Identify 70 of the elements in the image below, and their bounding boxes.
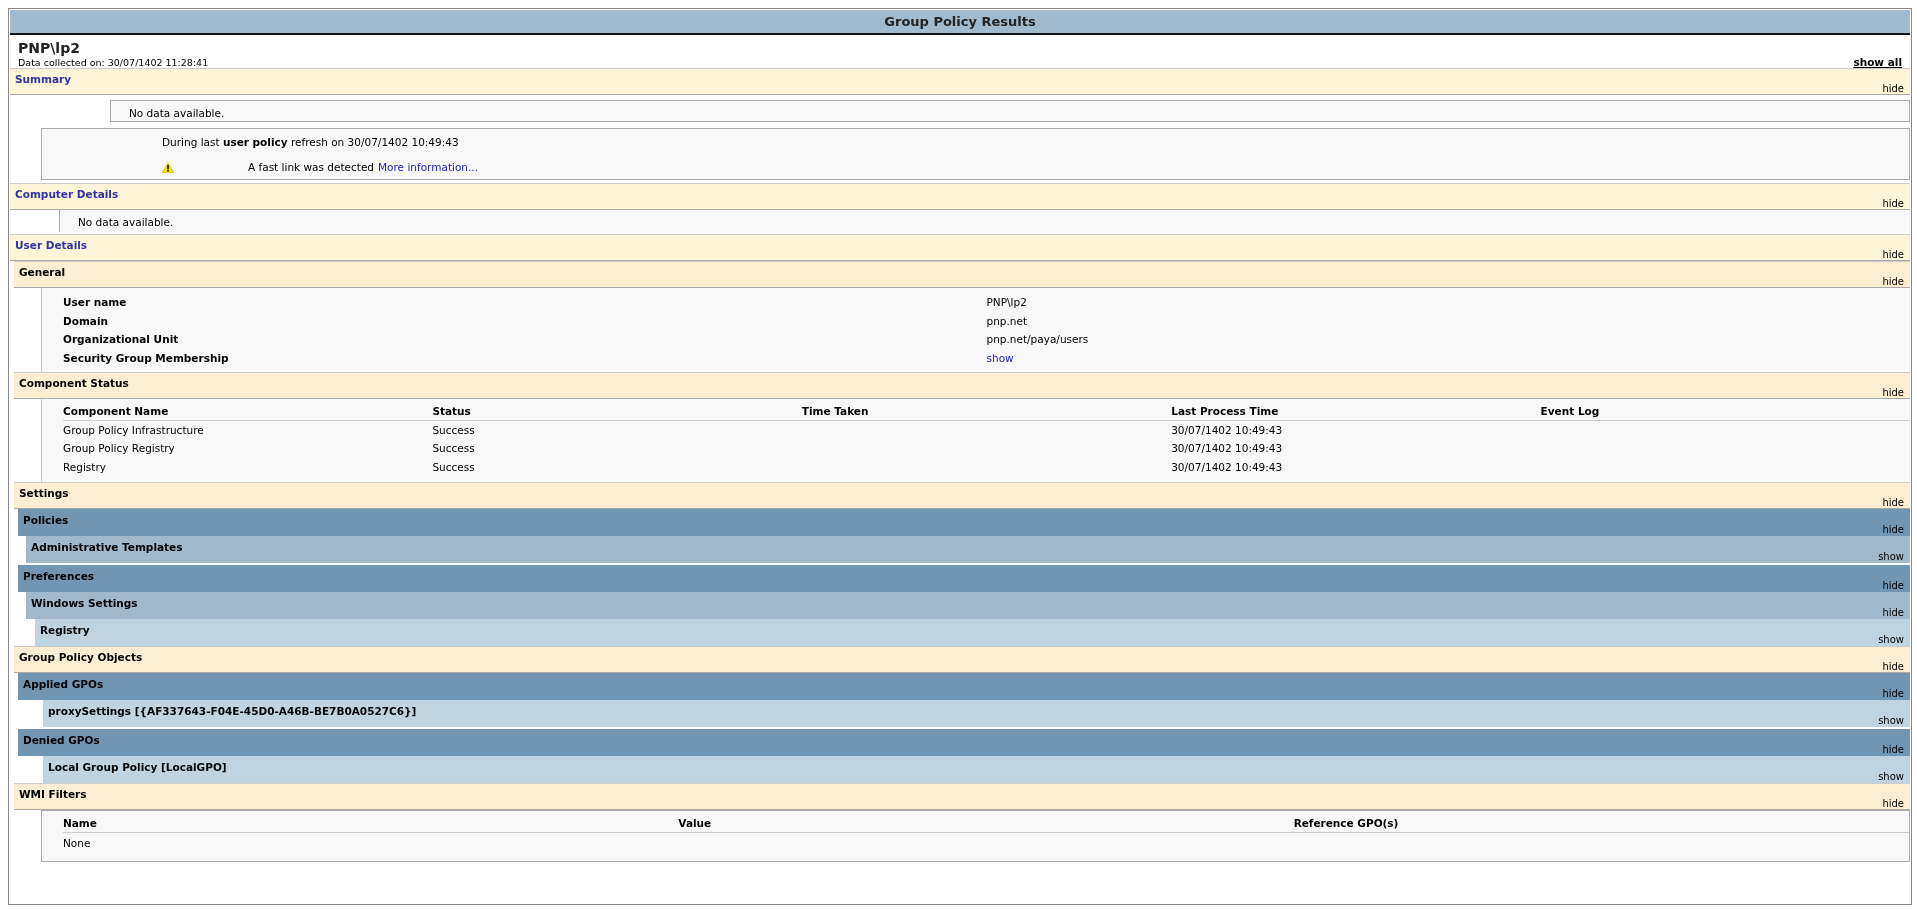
toggle-link[interactable]: hide	[1882, 744, 1910, 755]
toggle-link[interactable]: hide	[1882, 497, 1910, 508]
section-title: User Details	[14, 238, 88, 253]
column-header: Component Name	[63, 402, 433, 421]
section-title: Local Group Policy [LocalGPO]	[47, 760, 227, 775]
refresh-note: During last user policy refresh on 30/07/1402 10:49:43	[162, 135, 460, 150]
toggle-link[interactable]: hide	[1882, 580, 1910, 591]
show-link[interactable]: show	[986, 351, 1014, 364]
column-header: Last Process Time	[1171, 402, 1541, 421]
column-header: Time Taken	[801, 402, 1172, 421]
toggle-link[interactable]: hide	[1882, 798, 1910, 809]
property-value: pnp.net	[986, 313, 1029, 329]
table-cell-text: Success	[432, 441, 476, 456]
table-cell-text: Group Policy Registry	[63, 441, 176, 456]
section-title: Windows Settings	[30, 596, 138, 611]
warning-icon	[162, 162, 174, 174]
section-title: General	[18, 265, 66, 280]
column-header: Value	[678, 813, 1294, 833]
table-cell-text: 30/07/1402 10:49:43	[1171, 422, 1284, 438]
toggle-link[interactable]: hide	[1882, 249, 1910, 260]
section-title: Policies	[22, 513, 69, 528]
toggle-link[interactable]: show	[1878, 551, 1910, 562]
toggle-link[interactable]: hide	[1882, 83, 1910, 94]
column-header: Event Log	[1540, 402, 1910, 421]
table-cell-text: 30/07/1402 10:49:43	[1171, 441, 1284, 456]
toggle-link[interactable]: hide	[1882, 688, 1910, 699]
section-title: Component Status	[18, 376, 129, 391]
toggle-link[interactable]: hide	[1882, 198, 1910, 209]
section-title: WMI Filters	[18, 787, 87, 802]
section-title: proxySettings [{AF337643-F04E-45D0-A46B-BE7B0A0527C6}]	[47, 704, 417, 720]
property-value: PNP\lp2	[986, 295, 1028, 310]
table-cell-text: 30/07/1402 10:49:43	[1171, 459, 1284, 475]
collection-date: Data collected on: 30/07/1402 11:28:41	[18, 57, 209, 68]
property-value: pnp.net/paya/users	[986, 332, 1090, 347]
property-label: Organizational Unit	[63, 332, 180, 347]
table-cell-text: Success	[432, 459, 476, 475]
toggle-link[interactable]: hide	[1882, 524, 1910, 535]
toggle-link[interactable]: show	[1878, 715, 1910, 726]
column-header: Reference GPO(s)	[1293, 813, 1909, 833]
toggle-link[interactable]: show	[1878, 634, 1910, 645]
section-title: Registry	[39, 623, 90, 638]
toggle-link[interactable]: show	[1878, 771, 1910, 782]
toggle-link[interactable]: hide	[1882, 607, 1910, 618]
table-cell-text: None	[63, 836, 92, 851]
property-label: Domain	[63, 313, 110, 329]
table-cell-text: Group Policy Infrastructure	[63, 422, 205, 438]
no-data-message: No data available.	[59, 210, 1910, 232]
table-cell-text: Registry	[63, 459, 107, 475]
column-header: Status	[432, 402, 802, 421]
warning-text: A fast link was detected	[248, 159, 375, 175]
section-title: Administrative Templates	[30, 540, 183, 555]
section-title: Applied GPOs	[22, 677, 104, 692]
section-title: Preferences	[22, 569, 95, 584]
section-title: Settings	[18, 486, 69, 501]
table-cell-text: Success	[432, 422, 476, 438]
report-title-bar: Group Policy Results	[10, 10, 1910, 35]
toggle-link[interactable]: hide	[1882, 387, 1910, 398]
section-title: Computer Details	[14, 187, 119, 202]
toggle-link[interactable]: hide	[1882, 661, 1910, 672]
section-title: Summary	[14, 72, 72, 87]
user-heading: PNP\lp2	[17, 39, 81, 57]
no-data-message: No data available.	[110, 100, 1910, 122]
show-all-link[interactable]: show all	[1853, 57, 1902, 68]
property-label: Security Group Membership	[63, 350, 230, 366]
section-title: Denied GPOs	[22, 733, 100, 748]
more-information-link[interactable]: More information...	[378, 159, 478, 176]
column-header: Name	[63, 813, 679, 833]
property-label: User name	[63, 295, 128, 310]
section-title: Group Policy Objects	[18, 650, 143, 665]
toggle-link[interactable]: hide	[1882, 276, 1910, 287]
